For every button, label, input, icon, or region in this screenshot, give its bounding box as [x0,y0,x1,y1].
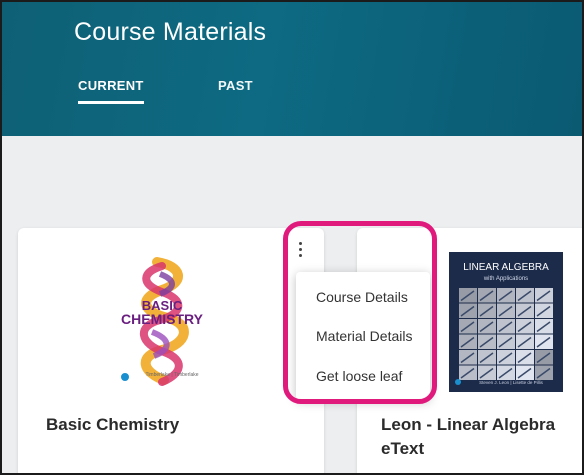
menu-item-get-loose-leaf[interactable]: Get loose leaf [316,368,402,384]
cover-authors: Steven J. Leon | Lisette de Pillis [479,380,543,385]
menu-item-course-details[interactable]: Course Details [316,289,408,305]
course-title[interactable]: Leon - Linear Algebra eText [381,413,582,461]
page-title: Course Materials [74,18,267,46]
cover-title-line2: with Applications [483,276,528,282]
page-header: Course Materials CURRENT PAST [2,2,582,136]
tab-past[interactable]: PAST [218,78,253,93]
cover-title-line1: LINEAR ALGEBRA [463,262,549,273]
book-cover-linear-algebra[interactable]: LINEAR ALGEBRA with Applications Steven … [449,252,563,392]
cover-authors: Timberlake | Timberlake [145,372,198,378]
course-title[interactable]: Basic Chemistry [46,413,179,437]
cover-title-line2: CHEMISTRY [121,311,204,327]
publisher-logo-icon [455,379,461,385]
card-options-menu: Course Details Material Details Get loos… [296,272,430,400]
app-frame: Course Materials CURRENT PAST BASIC CHEM… [0,0,584,475]
book-cover-basic-chemistry[interactable]: BASIC CHEMISTRY Timberlake | Timberlake [102,252,222,392]
publisher-logo-icon [121,373,129,381]
tab-current[interactable]: CURRENT [78,78,144,104]
more-options-icon[interactable] [292,236,308,262]
menu-item-material-details[interactable]: Material Details [316,328,412,344]
